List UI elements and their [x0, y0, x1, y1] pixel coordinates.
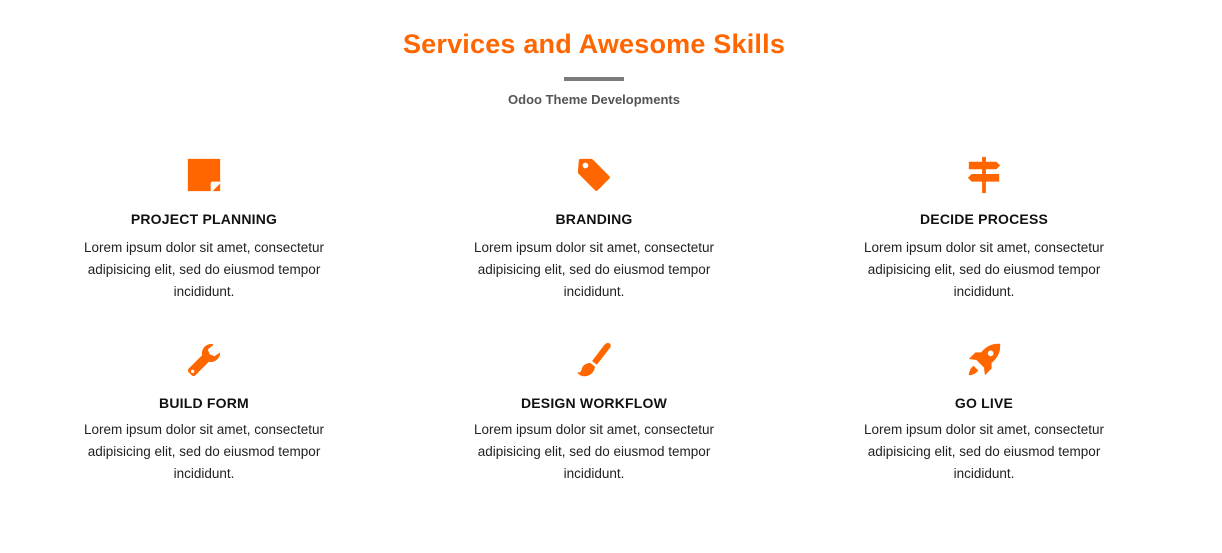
wrench-icon	[74, 340, 334, 380]
service-card-project-planning: PROJECT PLANNING Lorem ipsum dolor sit a…	[74, 155, 334, 303]
signpost-icon	[854, 155, 1114, 195]
page-title: Services and Awesome Skills	[402, 29, 786, 59]
service-title: DESIGN WORKFLOW	[520, 395, 668, 411]
service-description: Lorem ipsum dolor sit amet, consectetur …	[473, 240, 715, 299]
service-card-design-workflow: DESIGN WORKFLOW Lorem ipsum dolor sit am…	[464, 340, 724, 485]
service-title: GO LIVE	[954, 395, 1014, 411]
service-description: Lorem ipsum dolor sit amet, consectetur …	[863, 422, 1105, 481]
tag-icon	[464, 155, 724, 195]
service-title: PROJECT PLANNING	[130, 211, 278, 227]
service-card-branding: BRANDING Lorem ipsum dolor sit amet, con…	[464, 155, 724, 303]
page-subtitle: Odoo Theme Developments	[508, 92, 680, 107]
service-description: Lorem ipsum dolor sit amet, consectetur …	[83, 422, 325, 481]
sticky-note-icon	[74, 155, 334, 195]
rocket-icon	[854, 340, 1114, 380]
service-description: Lorem ipsum dolor sit amet, consectetur …	[863, 240, 1105, 299]
service-title: DECIDE PROCESS	[919, 211, 1049, 227]
service-card-decide-process: DECIDE PROCESS Lorem ipsum dolor sit ame…	[854, 155, 1114, 303]
paintbrush-icon	[464, 340, 724, 380]
title-divider	[564, 77, 624, 81]
service-card-go-live: GO LIVE Lorem ipsum dolor sit amet, cons…	[854, 340, 1114, 485]
service-title: BRANDING	[555, 211, 633, 227]
service-title: BUILD FORM	[159, 395, 249, 411]
service-card-build-form: BUILD FORM Lorem ipsum dolor sit amet, c…	[74, 340, 334, 485]
service-description: Lorem ipsum dolor sit amet, consectetur …	[473, 422, 715, 481]
service-description: Lorem ipsum dolor sit amet, consectetur …	[83, 240, 325, 299]
